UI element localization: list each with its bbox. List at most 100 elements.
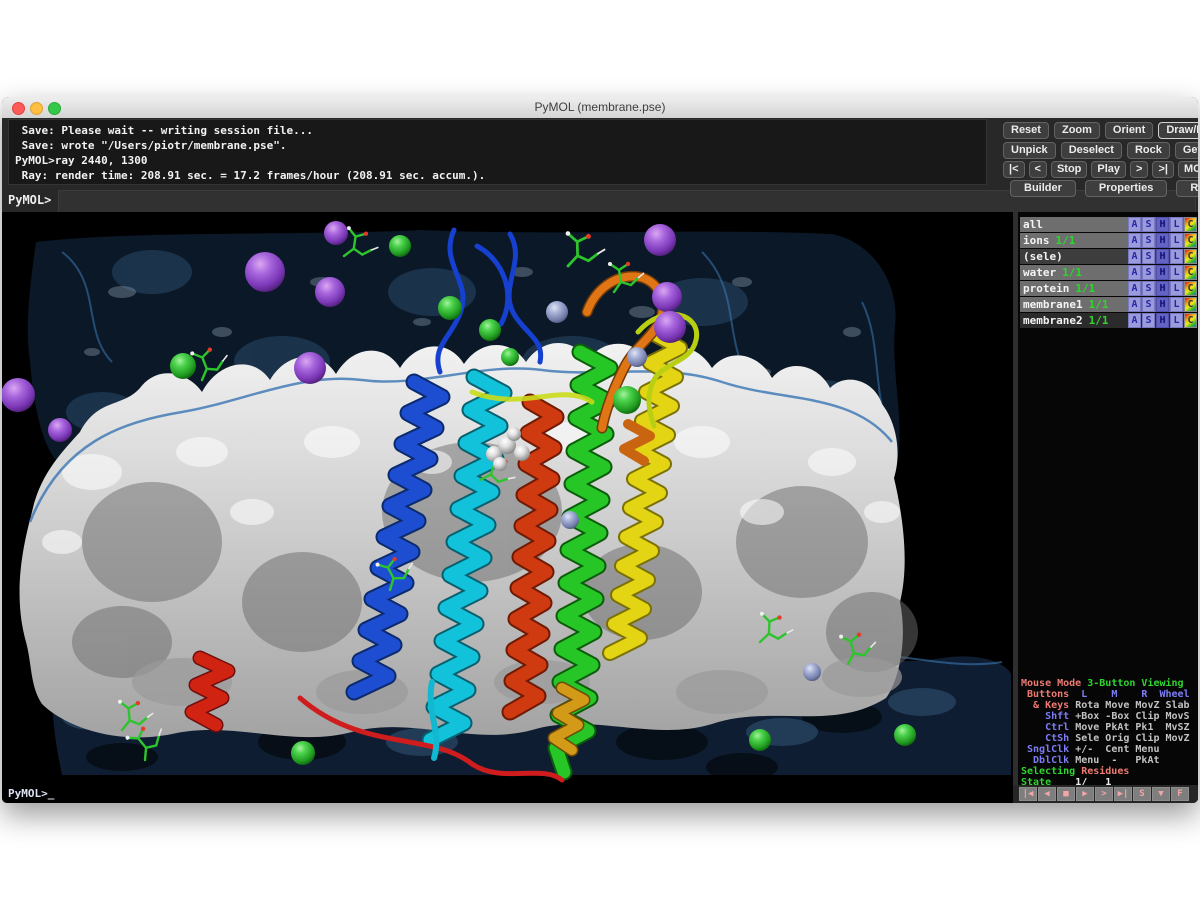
frame-first-button[interactable]: |◀ [1019,787,1037,801]
color-menu-button[interactable]: C [1184,265,1197,280]
object-state-count: 1/1 [1056,266,1082,279]
deselect-button[interactable]: Deselect [1061,142,1122,159]
hide-menu-button[interactable]: H [1156,217,1169,232]
mouse-mode-panel: Mouse Mode 3-Button Viewing Buttons L M … [1021,678,1198,788]
show-menu-button[interactable]: S [1142,265,1155,280]
command-prompt-label: PyMOL> [8,193,51,207]
mouse-mode-value: 3-Button Viewing [1081,678,1183,689]
show-menu-button[interactable]: S [1142,281,1155,296]
viewport-3d[interactable] [2,212,1013,785]
control-row-4: Builder Properties Rebuild [1010,180,1198,197]
show-menu-button[interactable]: S [1142,313,1155,328]
action-menu-button[interactable]: A [1128,313,1141,328]
object-state-count: 1/1 [1083,298,1109,311]
reset-button[interactable]: Reset [1003,122,1049,139]
label-menu-button[interactable]: L [1170,281,1183,296]
control-row-2: Unpick Deselect Rock Get View [1003,142,1198,159]
bottom-bar: PyMOL>_ |◀ ◀ ■ ▶ > ▶| S ▼ F [2,785,1198,803]
hide-menu-button[interactable]: H [1156,249,1169,264]
action-menu-button[interactable]: A [1128,265,1141,280]
hide-menu-button[interactable]: H [1156,233,1169,248]
skip-to-end-button[interactable]: >| [1152,161,1174,178]
action-menu-button[interactable]: A [1128,233,1141,248]
show-menu-button[interactable]: S [1142,233,1155,248]
object-name[interactable]: membrane1 [1020,298,1083,311]
mclear-button[interactable]: MClear [1178,161,1198,178]
control-row-3: |< < Stop Play > >| MClear [1003,161,1198,178]
zoom-button[interactable]: Zoom [1054,122,1100,139]
mouse-mode-label[interactable]: Mouse Mode [1021,678,1081,689]
pymol-window: PyMOL (membrane.pse) Save: Please wait -… [2,97,1198,803]
properties-button[interactable]: Properties [1085,180,1167,197]
label-menu-button[interactable]: L [1170,297,1183,312]
selecting-label[interactable]: Selecting [1021,766,1075,777]
frame-play-button[interactable]: ▶ [1076,787,1094,801]
hide-menu-button[interactable]: H [1156,313,1169,328]
action-menu-button[interactable]: A [1128,217,1141,232]
color-menu-button[interactable]: C [1184,217,1197,232]
step-back-button[interactable]: < [1029,161,1047,178]
action-menu-button[interactable]: A [1128,249,1141,264]
mouse-ctsh-label: CtSh [1021,733,1069,744]
hide-menu-button[interactable]: H [1156,281,1169,296]
fullscreen-button[interactable]: F [1171,787,1189,801]
object-name[interactable]: ions [1020,234,1050,247]
console-line: PyMOL>ray 2440, 1300 [15,153,986,168]
prompt-text: PyMOL> [8,787,48,800]
mouse-dblclk-label: DblClk [1021,755,1069,766]
rock-button[interactable]: Rock [1127,142,1170,159]
color-menu-button[interactable]: C [1184,281,1197,296]
mouse-shft-label: Shft [1021,711,1069,722]
object-name[interactable]: protein [1020,282,1069,295]
color-menu-button[interactable]: C [1184,233,1197,248]
object-name[interactable]: membrane2 [1020,314,1083,327]
skip-to-start-button[interactable]: |< [1003,161,1025,178]
hide-menu-button[interactable]: H [1156,265,1169,280]
label-menu-button[interactable]: L [1170,233,1183,248]
action-menu-button[interactable]: A [1128,281,1141,296]
mouse-snglclk-label: SnglClk [1021,744,1069,755]
builder-button[interactable]: Builder [1010,180,1076,197]
console-line: Save: Please wait -- writing session fil… [15,123,986,138]
color-menu-button[interactable]: C [1184,297,1197,312]
mouse-snglclk-values: +/- Cent Menu [1069,744,1159,755]
color-menu-button[interactable]: C [1184,249,1197,264]
action-menu-button[interactable]: A [1128,297,1141,312]
draw-ray-button[interactable]: Draw/Ray▾ [1158,122,1198,139]
play-button[interactable]: Play [1091,161,1126,178]
window-title: PyMOL (membrane.pse) [2,100,1198,114]
object-row-ions: ions 1/1 A S H L C [1020,233,1197,248]
object-name[interactable]: (sele) [1020,250,1063,263]
frame-next-button[interactable]: > [1095,787,1113,801]
color-menu-button[interactable]: C [1184,313,1197,328]
orient-button[interactable]: Orient [1105,122,1153,139]
frame-prev-button[interactable]: ◀ [1038,787,1056,801]
label-menu-button[interactable]: L [1170,217,1183,232]
label-menu-button[interactable]: L [1170,249,1183,264]
frame-stop-button[interactable]: ■ [1057,787,1075,801]
rebuild-button[interactable]: Rebuild [1176,180,1198,197]
unpick-button[interactable]: Unpick [1003,142,1056,159]
object-name[interactable]: water [1020,266,1056,279]
molecular-scene [2,212,1013,785]
label-menu-button[interactable]: L [1170,313,1183,328]
get-view-button[interactable]: Get View [1175,142,1198,159]
titlebar: PyMOL (membrane.pse) [2,97,1198,119]
frame-last-button[interactable]: ▶| [1114,787,1132,801]
show-menu-button[interactable]: S [1142,297,1155,312]
object-name[interactable]: all [1020,218,1043,231]
frame-menu-button[interactable]: ▼ [1152,787,1170,801]
viewport-command-prompt[interactable]: PyMOL>_ [8,787,54,800]
top-panel: Save: Please wait -- writing session fil… [2,118,1198,212]
hide-menu-button[interactable]: H [1156,297,1169,312]
stop-button[interactable]: Stop [1051,161,1087,178]
show-menu-button[interactable]: S [1142,217,1155,232]
mouse-ctrl-values: Move PkAt Pk1 MvSZ [1069,722,1189,733]
selecting-value[interactable]: Residues [1075,766,1129,777]
object-state-count: 1/1 [1069,282,1095,295]
show-menu-button[interactable]: S [1142,249,1155,264]
step-forward-button[interactable]: > [1130,161,1148,178]
scene-button[interactable]: S [1133,787,1151,801]
label-menu-button[interactable]: L [1170,265,1183,280]
console-log: Save: Please wait -- writing session fil… [8,119,987,185]
